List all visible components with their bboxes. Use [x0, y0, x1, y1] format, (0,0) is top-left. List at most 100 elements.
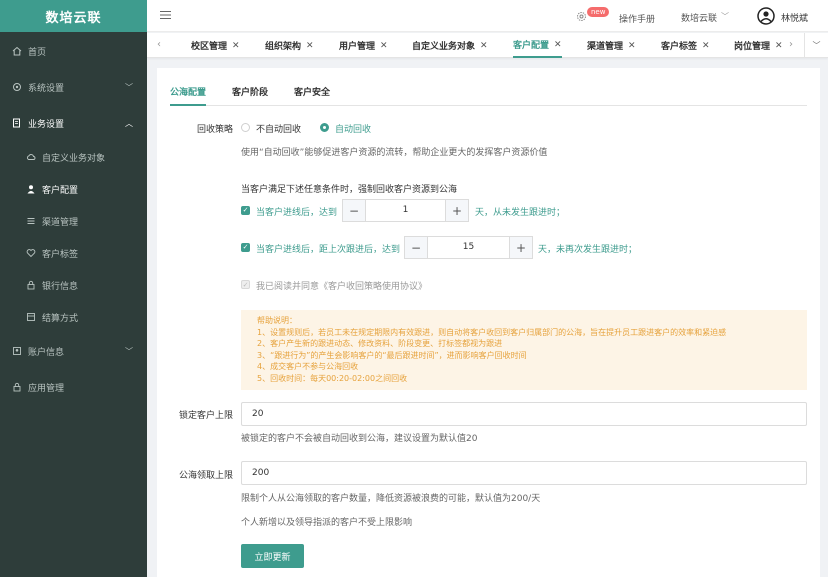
- lock-limit-label: 锁定客户上限: [179, 411, 234, 421]
- gear-icon: [12, 82, 22, 92]
- radio-auto-label[interactable]: 自动回收: [335, 122, 371, 135]
- sidebar-item-system-settings[interactable]: 系统设置 ﹀: [0, 72, 147, 102]
- radio-manual[interactable]: [241, 123, 250, 132]
- update-button[interactable]: 立即更新: [241, 544, 304, 568]
- heart-icon: [26, 248, 36, 258]
- main-content: 公海配置 客户阶段 客户安全 回收策略 不自动回收 自动回收 使用“自动回收”能…: [157, 68, 820, 577]
- tab-channels[interactable]: 渠道管理 ✕: [587, 33, 636, 58]
- close-icon[interactable]: ✕: [554, 40, 562, 50]
- help-line: 1、设置规则后，若员工未在规定期限内有效跟进，则自动将客户收回到客户归属部门的公…: [257, 327, 727, 337]
- sidebar-subitem-customer-config[interactable]: 客户配置: [0, 174, 147, 204]
- user-name[interactable]: 林悦斌: [781, 11, 808, 24]
- tab-label: 校区管理: [191, 42, 228, 52]
- close-icon[interactable]: ✕: [480, 41, 488, 51]
- lock-limit-desc: 被锁定的客户不会被自动回收到公海，建议设置为默认值20: [241, 434, 478, 444]
- sidebar-item-label: 客户配置: [42, 185, 79, 196]
- sidebar-item-business-settings[interactable]: 业务设置 ︿: [0, 108, 147, 138]
- help-box: 帮助说明： 1、设置规则后，若员工未在规定期限内有效跟进，则自动将客户收回到客户…: [241, 310, 807, 390]
- chevron-down-icon[interactable]: ﹀: [721, 11, 729, 22]
- subtab-customer-security[interactable]: 客户安全: [294, 86, 330, 106]
- sidebar-item-label: 账户信息: [28, 347, 65, 358]
- subtab-public-pool[interactable]: 公海配置: [170, 86, 207, 106]
- tab-label: 渠道管理: [587, 42, 624, 52]
- help-line: 帮助说明：: [257, 316, 297, 325]
- cond1-suffix: 天，从未发生跟进时；: [475, 208, 566, 218]
- claim-limit-note: 个人新增以及领导指派的客户不受上限影响: [241, 518, 413, 528]
- tab-org[interactable]: 组织架构 ✕: [265, 33, 314, 58]
- tab-custom-objects[interactable]: 自定义业务对象 ✕: [412, 33, 488, 58]
- new-badge: new: [587, 7, 610, 17]
- tab-label: 用户管理: [339, 42, 376, 52]
- close-icon[interactable]: ✕: [628, 41, 636, 51]
- account-icon: [12, 346, 22, 356]
- plus-icon[interactable]: +: [509, 237, 532, 258]
- sidebar-item-label: 应用管理: [28, 383, 65, 394]
- subtab-customer-stage[interactable]: 客户阶段: [232, 86, 268, 106]
- agree-label[interactable]: 我已阅读并同意《客户收回策略使用协议》: [256, 279, 427, 292]
- condition-title: 当客户满足下述任意条件时，强制回收客户资源到公海: [241, 185, 458, 195]
- plus-icon[interactable]: +: [445, 200, 468, 221]
- claim-limit-label: 公海领取上限: [179, 471, 234, 481]
- close-icon[interactable]: ✕: [306, 41, 314, 51]
- sidebar-subitem-bank-info[interactable]: 银行信息: [0, 270, 147, 300]
- cond2-stepper[interactable]: − 15 +: [404, 236, 533, 259]
- manual-link[interactable]: 操作手册: [619, 12, 655, 25]
- sidebar-subitem-settlement[interactable]: 结算方式: [0, 302, 147, 332]
- help-line: 4、成交客户不参与公海回收: [257, 362, 359, 371]
- settings-icon[interactable]: [576, 11, 587, 22]
- close-icon[interactable]: ✕: [380, 41, 388, 51]
- cond1-value[interactable]: 1: [366, 200, 445, 221]
- sidebar-item-label: 系统设置: [28, 83, 65, 94]
- cond2-prefix: 当客户进线后，距上次跟进后，达到: [256, 245, 401, 255]
- sidebar-subitem-customer-tags[interactable]: 客户标签: [0, 238, 147, 268]
- cond1-prefix: 当客户进线后，达到: [256, 208, 338, 218]
- home-icon: [12, 46, 22, 56]
- cond2-suffix: 天，未再次发生跟进时；: [538, 245, 638, 255]
- lock-limit-input[interactable]: 20: [241, 402, 807, 426]
- cond2-value[interactable]: 15: [428, 237, 509, 258]
- tab-label: 组织架构: [265, 42, 302, 52]
- chevron-left-icon[interactable]: ‹: [157, 39, 161, 50]
- sidebar-item-label: 渠道管理: [42, 217, 79, 228]
- avatar[interactable]: [757, 7, 775, 25]
- menu-toggle-icon[interactable]: [160, 10, 171, 20]
- policy-label: 回收策略: [197, 125, 234, 135]
- chevron-down-icon: ﹀: [125, 346, 133, 356]
- policy-description: 使用“自动回收”能够促进客户资源的流转，帮助企业更大的发挥客户资源价值: [241, 148, 548, 158]
- cond1-stepper[interactable]: − 1 +: [342, 199, 469, 222]
- tab-label: 客户配置: [513, 41, 550, 51]
- lock-icon: [12, 382, 22, 392]
- checkbox-cond1[interactable]: ✓: [241, 206, 250, 215]
- document-icon: [12, 118, 22, 128]
- checkbox-cond2[interactable]: ✓: [241, 243, 250, 252]
- sidebar-item-account-info[interactable]: 账户信息 ﹀: [0, 336, 147, 366]
- close-icon[interactable]: ✕: [775, 41, 783, 51]
- checkbox-agree[interactable]: ✓: [241, 280, 250, 289]
- radio-manual-label[interactable]: 不自动回收: [256, 122, 301, 135]
- tab-positions[interactable]: 岗位管理 ✕: [734, 33, 783, 58]
- sidebar-item-home[interactable]: 首页: [0, 36, 147, 66]
- radio-auto[interactable]: [320, 123, 329, 132]
- tab-users[interactable]: 用户管理 ✕: [339, 33, 388, 58]
- sidebar-subitem-custom-objects[interactable]: 自定义业务对象: [0, 142, 147, 172]
- tab-campus[interactable]: 校区管理 ✕: [191, 33, 240, 58]
- close-icon[interactable]: ✕: [232, 41, 240, 51]
- help-line: 2、客户产生新的跟进动态、修改资料、阶段变更、打标签都视为跟进: [257, 339, 503, 348]
- tab-customer-tags[interactable]: 客户标签 ✕: [661, 33, 710, 58]
- chevron-right-icon[interactable]: ›: [789, 39, 793, 50]
- minus-icon[interactable]: −: [405, 237, 428, 258]
- tab-label: 自定义业务对象: [412, 42, 476, 52]
- sidebar-item-app-management[interactable]: 应用管理: [0, 372, 147, 402]
- minus-icon[interactable]: −: [343, 200, 366, 221]
- sidebar-subitem-channels[interactable]: 渠道管理: [0, 206, 147, 236]
- help-line: 5、回收时间：每天00:20-02:00之间回收: [257, 373, 408, 383]
- card-icon: [26, 312, 36, 322]
- top-bar: new 操作手册 数培云联 ﹀ 林悦斌: [147, 0, 828, 32]
- org-dropdown[interactable]: 数培云联: [681, 11, 717, 24]
- list-icon: [26, 216, 36, 226]
- claim-limit-input[interactable]: 200: [241, 461, 807, 485]
- close-icon[interactable]: ✕: [702, 41, 710, 51]
- sidebar-item-label: 首页: [28, 47, 47, 58]
- tab-customer-config[interactable]: 客户配置 ✕: [513, 33, 562, 58]
- chevron-down-icon[interactable]: ﹀: [804, 33, 828, 58]
